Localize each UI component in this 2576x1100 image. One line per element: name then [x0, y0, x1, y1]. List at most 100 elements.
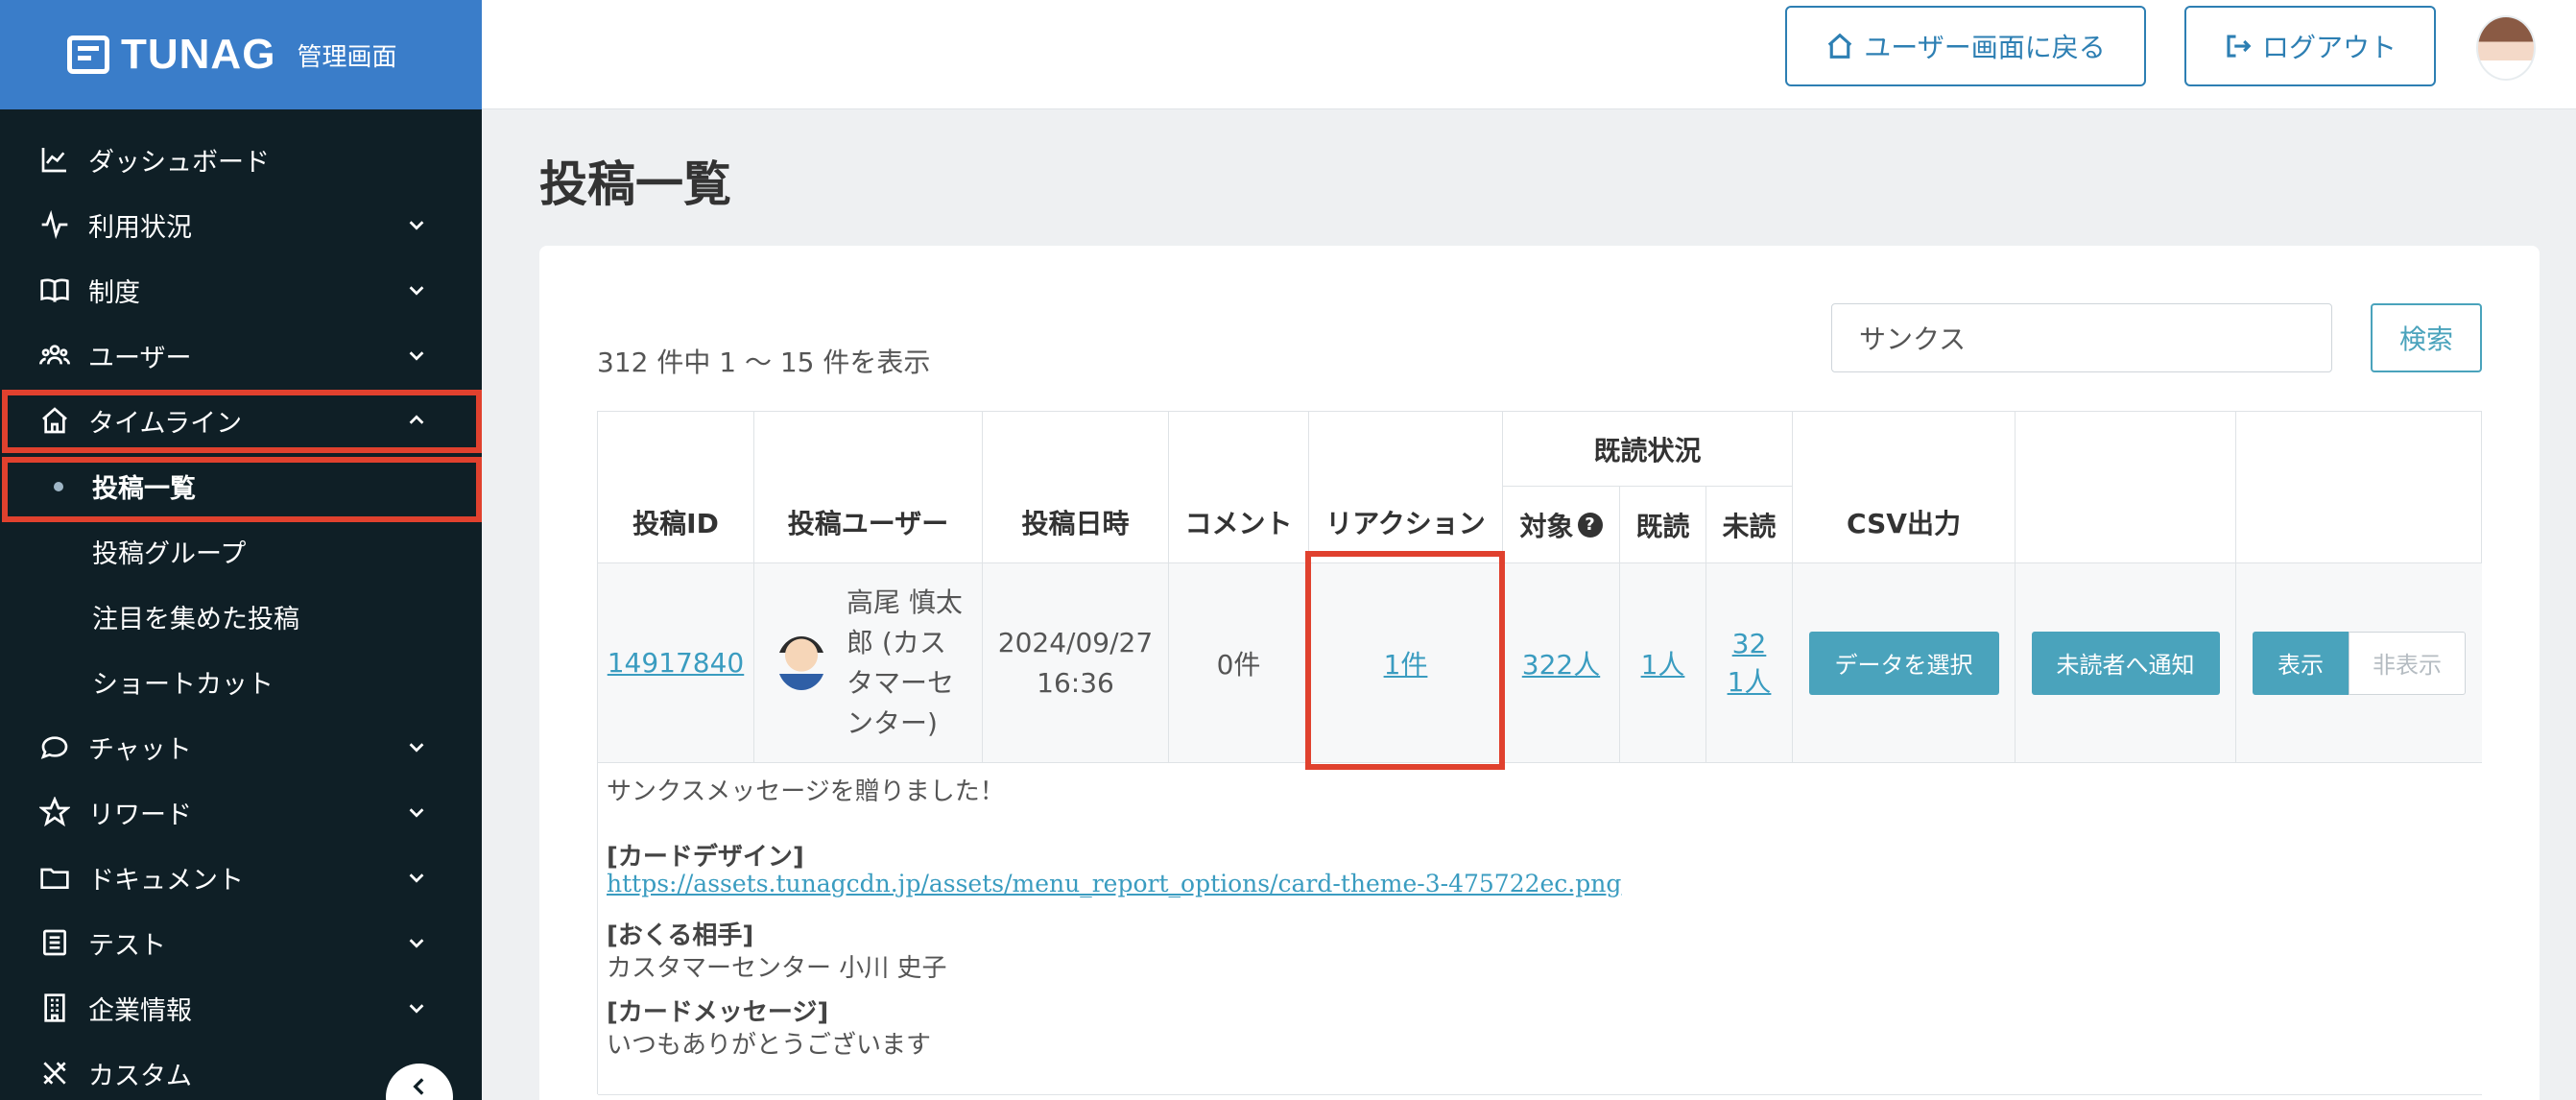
col-header-read-status: 既読状況 — [1503, 412, 1793, 487]
sidebar-item-dashboard[interactable]: ダッシュボード — [0, 127, 482, 192]
post-date: 2024/09/27 — [997, 626, 1154, 658]
col-header-blank-2 — [2236, 412, 2482, 563]
target-link[interactable]: 322人 — [1522, 644, 1600, 682]
post-time: 16:36 — [1037, 666, 1114, 699]
sidebar-item-test[interactable]: テスト — [0, 910, 482, 975]
checklist-icon — [38, 926, 71, 959]
reaction-link[interactable]: 1件 — [1384, 644, 1428, 682]
sidebar-item-document[interactable]: ドキュメント — [0, 845, 482, 910]
chart-line-icon — [38, 143, 71, 176]
sidebar-item-label: テスト — [88, 930, 166, 961]
unread-link[interactable]: 321人 — [1726, 625, 1774, 702]
users-icon — [38, 339, 71, 371]
recipient-label: [おくる相手] — [607, 921, 754, 950]
col-header-post-user: 投稿ユーザー — [754, 412, 983, 563]
read-link[interactable]: 1人 — [1641, 644, 1685, 682]
chevron-down-icon — [405, 344, 428, 367]
tools-icon — [38, 1057, 71, 1089]
sidebar-subitem-featured-posts[interactable]: 注目を集めた投稿 — [0, 584, 482, 649]
sidebar-item-usage[interactable]: 利用状況 — [0, 192, 482, 257]
search-input[interactable] — [1831, 303, 2332, 372]
cell-post-user: 高尾 慎太郎 (カスタマーセンター) — [754, 563, 983, 763]
col-header-comment: コメント — [1169, 412, 1309, 563]
chevron-up-icon — [405, 409, 428, 432]
sidebar-item-chat[interactable]: チャット — [0, 714, 482, 779]
cell-read: 1人 — [1620, 563, 1706, 763]
chevron-down-icon — [405, 735, 428, 758]
col-header-blank-1 — [2015, 412, 2236, 563]
cell-comment: 0件 — [1169, 563, 1309, 763]
cell-post-date: 2024/09/27 16:36 — [983, 563, 1169, 763]
chevron-down-icon — [405, 278, 428, 301]
sidebar-item-reward[interactable]: リワード — [0, 779, 482, 845]
card-message: いつもありがとうございます — [607, 1031, 932, 1060]
home-icon — [1827, 33, 1852, 59]
sidebar-subitem-shortcut[interactable]: ショートカット — [0, 649, 482, 714]
col-header-unread: 未読 — [1706, 487, 1793, 563]
posts-table: 投稿ID 投稿ユーザー 投稿日時 コメント リアクション 既読状況 対象 ? 既… — [597, 411, 2482, 1095]
post-intro: サンクスメッセージを贈りました！ — [607, 777, 1005, 806]
sidebar-item-timeline[interactable]: タイムライン — [0, 388, 482, 453]
chevron-left-icon — [413, 1078, 424, 1095]
sidebar-item-label: タイムライン — [88, 408, 243, 439]
sidebar-nav: ダッシュボード 利用状況 制度 ユーザー タイムライン 投稿一覧 投稿グループ … — [0, 109, 482, 1100]
sidebar-item-users[interactable]: ユーザー — [0, 323, 482, 388]
chat-bubble-icon — [38, 730, 71, 763]
cell-reaction: 1件 — [1309, 563, 1503, 763]
cell-target: 322人 — [1503, 563, 1620, 763]
post-id-link[interactable]: 14917840 — [608, 647, 745, 679]
recipient-name: カスタマーセンター 小川 史子 — [607, 954, 947, 983]
post-user-name: 高尾 慎太郎 (カスタマーセンター) — [847, 586, 963, 739]
cell-post-id: 14917840 — [598, 563, 754, 763]
col-header-target-label: 対象 — [1519, 510, 1574, 542]
back-to-user-label: ユーザー画面に戻る — [1864, 32, 2106, 63]
card-design-label: [カードデザイン] — [607, 843, 804, 872]
chevron-down-icon — [405, 996, 428, 1019]
top-header: ユーザー画面に戻る ログアウト — [482, 0, 2576, 109]
home-icon — [38, 404, 71, 437]
chevron-down-icon — [405, 213, 428, 236]
select-data-button[interactable]: データを選択 — [1808, 631, 1999, 695]
brand-subtitle: 管理画面 — [297, 42, 397, 72]
cell-unread: 321人 — [1706, 563, 1793, 763]
sidebar-item-label: ダッシュボード — [88, 147, 270, 178]
book-icon — [38, 274, 71, 306]
star-icon — [38, 796, 71, 828]
avatar[interactable] — [2476, 15, 2536, 81]
col-header-reaction: リアクション — [1309, 412, 1503, 563]
show-toggle-button[interactable]: 表示 — [2253, 631, 2349, 695]
search-button[interactable]: 検索 — [2371, 303, 2482, 372]
sidebar-item-label: チャット — [88, 734, 192, 765]
brand-name: TUNAG — [121, 31, 276, 78]
sidebar-subitem-post-group[interactable]: 投稿グループ — [0, 518, 482, 584]
user-avatar — [777, 635, 825, 690]
back-to-user-button[interactable]: ユーザー画面に戻る — [1785, 6, 2146, 86]
sidebar-item-label: 利用状況 — [88, 212, 192, 243]
col-header-post-id: 投稿ID — [598, 412, 754, 563]
logout-icon — [2227, 35, 2252, 58]
folder-icon — [38, 861, 71, 894]
pulse-icon — [38, 208, 71, 241]
tunag-logo-icon — [67, 36, 109, 74]
sidebar-item-system[interactable]: 制度 — [0, 257, 482, 323]
logout-label: ログアウト — [2261, 32, 2397, 63]
col-header-read: 既読 — [1620, 487, 1706, 563]
col-header-csv: CSV出力 — [1793, 412, 2015, 563]
sidebar-item-label: リワード — [88, 800, 192, 830]
notify-unread-button[interactable]: 未読者へ通知 — [2031, 631, 2220, 695]
cell-csv: データを選択 — [1793, 563, 2015, 763]
help-circle-icon[interactable]: ? — [1577, 512, 1603, 538]
sidebar-item-company[interactable]: 企業情報 — [0, 975, 482, 1040]
sidebar-item-label: 企業情報 — [88, 995, 192, 1026]
sidebar-item-label: ユーザー — [88, 343, 192, 373]
hide-toggle-button[interactable]: 非表示 — [2349, 631, 2466, 695]
sidebar-subitem-post-list[interactable]: 投稿一覧 — [0, 453, 482, 518]
cell-notify: 未読者へ通知 — [2015, 563, 2236, 763]
sidebar-item-label: 制度 — [88, 277, 140, 308]
page-title: 投稿一覧 — [539, 156, 731, 212]
col-header-post-date: 投稿日時 — [983, 412, 1169, 563]
brand-header[interactable]: TUNAG 管理画面 — [0, 0, 482, 109]
card-design-url-link[interactable]: https://assets.tunagcdn.jp/assets/menu_r… — [607, 870, 1621, 897]
logout-button[interactable]: ログアウト — [2184, 6, 2436, 86]
cell-visibility: 表示 非表示 — [2236, 563, 2482, 763]
